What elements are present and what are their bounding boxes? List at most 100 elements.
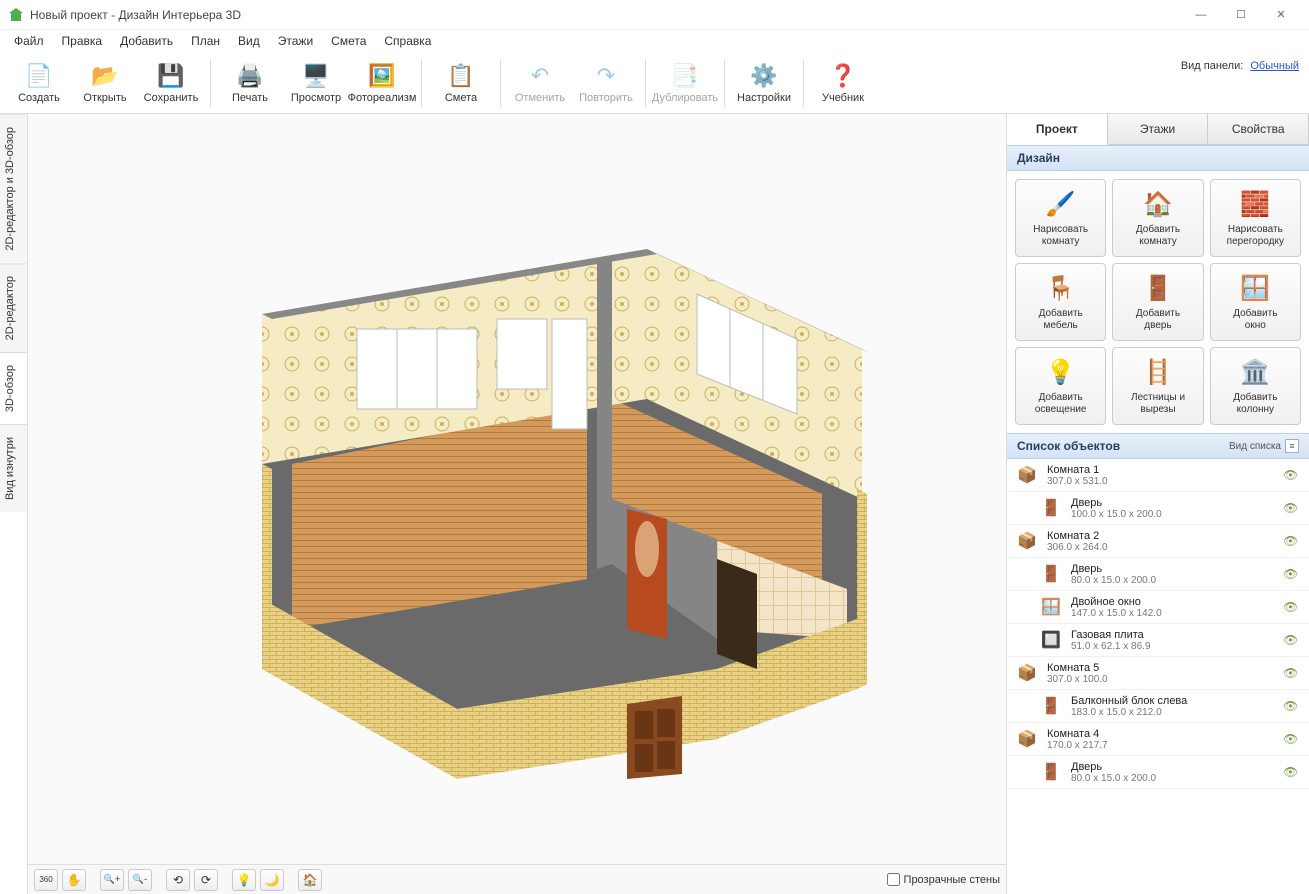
- viewport-rotate-left-button[interactable]: ⟲: [166, 869, 190, 891]
- object-row[interactable]: 🚪Дверь100.0 x 15.0 x 200.0👁: [1007, 492, 1309, 525]
- estimate-button[interactable]: 📋Смета: [430, 56, 492, 110]
- object-row[interactable]: 🚪Балконный блок слева183.0 x 15.0 x 212.…: [1007, 690, 1309, 723]
- object-row[interactable]: 🪟Двойное окно147.0 x 15.0 x 142.0👁: [1007, 591, 1309, 624]
- object-row[interactable]: 📦Комната 4170.0 x 217.7👁: [1007, 723, 1309, 756]
- visibility-toggle[interactable]: 👁: [1283, 600, 1301, 614]
- list-view-icon[interactable]: ≡: [1285, 439, 1299, 453]
- balcony-icon: 🚪: [1039, 694, 1063, 718]
- rp-tab-floors[interactable]: Этажи: [1108, 114, 1209, 144]
- add-room-label: Добавитькомнату: [1136, 224, 1180, 248]
- stairs-icon: 🪜: [1142, 356, 1174, 388]
- object-row[interactable]: 🚪Дверь80.0 x 15.0 x 200.0👁: [1007, 756, 1309, 789]
- viewport-hand-button[interactable]: ✋: [62, 869, 86, 891]
- object-row[interactable]: 📦Комната 1307.0 x 531.0👁: [1007, 459, 1309, 492]
- add-light-button[interactable]: 💡Добавитьосвещение: [1015, 347, 1106, 425]
- side-tab-2d[interactable]: 2D-редактор: [0, 263, 27, 352]
- add-door-button[interactable]: 🚪Добавитьдверь: [1112, 263, 1203, 341]
- object-name: Комната 4: [1047, 728, 1283, 740]
- visibility-toggle[interactable]: 👁: [1283, 534, 1301, 548]
- object-name: Комната 5: [1047, 662, 1283, 674]
- tutorial-button[interactable]: ❓Учебник: [812, 56, 874, 110]
- close-button[interactable]: ✕: [1261, 1, 1301, 29]
- object-dimensions: 147.0 x 15.0 x 142.0: [1071, 608, 1283, 619]
- side-tab-inside[interactable]: Вид изнутри: [0, 424, 27, 512]
- visibility-toggle[interactable]: 👁: [1283, 666, 1301, 680]
- add-window-button[interactable]: 🪟Добавитьокно: [1210, 263, 1301, 341]
- side-tab-3d[interactable]: 3D-обзор: [0, 352, 27, 424]
- stairs-button[interactable]: 🪜Лестницы ивырезы: [1112, 347, 1203, 425]
- visibility-toggle[interactable]: 👁: [1283, 567, 1301, 581]
- photoreal-button[interactable]: 🖼️Фотореализм: [351, 56, 413, 110]
- save-button[interactable]: 💾Сохранить: [140, 56, 202, 110]
- viewport-360-button[interactable]: 360: [34, 869, 58, 891]
- stove-icon: 🔲: [1039, 628, 1063, 652]
- duplicate-icon: 📑: [671, 62, 699, 90]
- add-column-button[interactable]: 🏛️Добавитьколонну: [1210, 347, 1301, 425]
- visibility-toggle[interactable]: 👁: [1283, 633, 1301, 647]
- right-panel: ПроектЭтажиСвойства Дизайн 🖌️Нарисоватьк…: [1007, 114, 1309, 894]
- viewport-rotate-right-button[interactable]: ⟳: [194, 869, 218, 891]
- open-label: Открыть: [83, 92, 126, 104]
- visibility-toggle[interactable]: 👁: [1283, 732, 1301, 746]
- menu-правка[interactable]: Правка: [54, 32, 111, 50]
- draw-room-button[interactable]: 🖌️Нарисоватькомнату: [1015, 179, 1106, 257]
- draw-partition-button[interactable]: 🧱Нарисоватьперегородку: [1210, 179, 1301, 257]
- door-icon: 🚪: [1039, 562, 1063, 586]
- objects-section-header: Список объектов Вид списка ≡: [1007, 433, 1309, 459]
- print-label: Печать: [232, 92, 268, 104]
- photoreal-label: Фотореализм: [348, 92, 417, 104]
- side-tab-2d3d[interactable]: 2D-редактор и 3D-обзор: [0, 114, 27, 263]
- viewport-home-button[interactable]: 🏠: [298, 869, 322, 891]
- window-icon: 🪟: [1039, 595, 1063, 619]
- menu-вид[interactable]: Вид: [230, 32, 268, 50]
- object-row[interactable]: 📦 Комната 5307.0 x 100.0👁: [1007, 657, 1309, 690]
- room-icon: 📦: [1015, 661, 1039, 685]
- viewport-zoom-out-button[interactable]: 🔍-: [128, 869, 152, 891]
- redo-label: Повторить: [579, 92, 633, 104]
- titlebar: Новый проект - Дизайн Интерьера 3D — ☐ ✕: [0, 0, 1309, 30]
- create-label: Создать: [18, 92, 60, 104]
- add-furniture-button[interactable]: 🪑Добавитьмебель: [1015, 263, 1106, 341]
- minimize-button[interactable]: —: [1181, 1, 1221, 29]
- add-room-button[interactable]: 🏠Добавитькомнату: [1112, 179, 1203, 257]
- viewport-3d[interactable]: [28, 114, 1006, 864]
- maximize-button[interactable]: ☐: [1221, 1, 1261, 29]
- draw-room-icon: 🖌️: [1045, 188, 1077, 220]
- door-icon: 🚪: [1039, 760, 1063, 784]
- rp-tab-project[interactable]: Проект: [1007, 114, 1108, 145]
- viewport-zoom-in-button[interactable]: 🔍+: [100, 869, 124, 891]
- transparent-walls-input[interactable]: [887, 873, 900, 886]
- preview-label: Просмотр: [291, 92, 341, 104]
- menu-план[interactable]: План: [183, 32, 228, 50]
- menu-файл[interactable]: Файл: [6, 32, 52, 50]
- visibility-toggle[interactable]: 👁: [1283, 699, 1301, 713]
- add-furniture-label: Добавитьмебель: [1039, 308, 1083, 332]
- print-button[interactable]: 🖨️Печать: [219, 56, 281, 110]
- menu-добавить[interactable]: Добавить: [112, 32, 181, 50]
- menu-этажи[interactable]: Этажи: [270, 32, 321, 50]
- object-row[interactable]: 🚪Дверь80.0 x 15.0 x 200.0👁: [1007, 558, 1309, 591]
- open-button[interactable]: 📂Открыть: [74, 56, 136, 110]
- add-door-icon: 🚪: [1142, 272, 1174, 304]
- estimate-icon: 📋: [447, 62, 475, 90]
- object-dimensions: 307.0 x 100.0: [1047, 674, 1283, 685]
- object-name: Комната 1: [1047, 464, 1283, 476]
- menu-смета[interactable]: Смета: [323, 32, 374, 50]
- panel-mode-link[interactable]: Обычный: [1250, 60, 1299, 72]
- transparent-walls-checkbox[interactable]: Прозрачные стены: [887, 873, 1000, 886]
- add-window-icon: 🪟: [1239, 272, 1271, 304]
- rp-tab-properties[interactable]: Свойства: [1208, 114, 1309, 144]
- visibility-toggle[interactable]: 👁: [1283, 765, 1301, 779]
- viewport-bulb-button[interactable]: 💡: [232, 869, 256, 891]
- create-button[interactable]: 📄Создать: [8, 56, 70, 110]
- visibility-toggle[interactable]: 👁: [1283, 501, 1301, 515]
- undo-label: Отменить: [515, 92, 565, 104]
- preview-button[interactable]: 🖥️Просмотр: [285, 56, 347, 110]
- draw-partition-icon: 🧱: [1239, 188, 1271, 220]
- viewport-moon-button[interactable]: 🌙: [260, 869, 284, 891]
- object-row[interactable]: 📦Комната 2306.0 x 264.0👁: [1007, 525, 1309, 558]
- settings-button[interactable]: ⚙️Настройки: [733, 56, 795, 110]
- object-row[interactable]: 🔲Газовая плита51.0 x 62.1 x 86.9👁: [1007, 624, 1309, 657]
- visibility-toggle[interactable]: 👁: [1283, 468, 1301, 482]
- menu-справка[interactable]: Справка: [376, 32, 439, 50]
